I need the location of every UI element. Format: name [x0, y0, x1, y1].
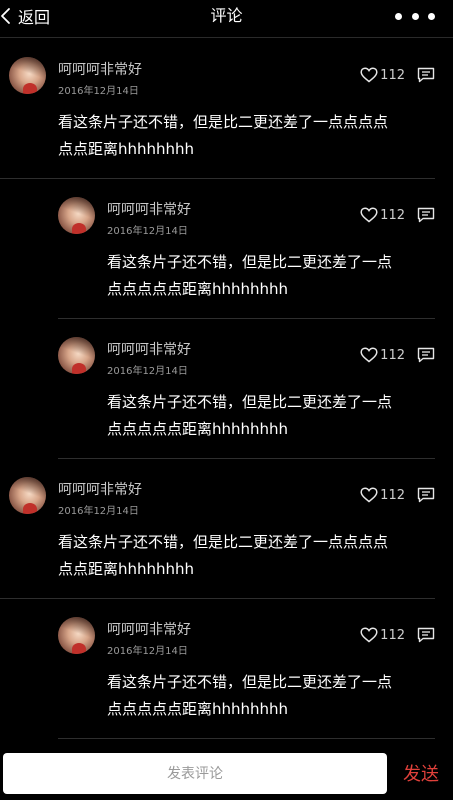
heart-icon [360, 347, 378, 363]
comment-text-line: 点点距离hhhhhhhh [58, 140, 195, 158]
heart-icon [360, 627, 378, 643]
comment-text-line: 看这条片子还不错，但是比二更还差了一点 [107, 673, 393, 691]
comment-item: 呵呵呵非常好 2016年12月14日 112 看这条片子还不错，但是比二更还差了… [0, 39, 435, 179]
avatar[interactable] [58, 337, 95, 374]
comment-text-line: 点点点点点距离hhhhhhhh [107, 700, 289, 718]
comment-bubble-icon[interactable] [417, 207, 435, 223]
more-dot [411, 12, 419, 20]
comment-author[interactable]: 呵呵呵非常好 [107, 339, 191, 359]
comment-text-line: 点点点点点距离hhhhhhhh [107, 420, 289, 438]
like-button[interactable]: 112 [360, 207, 405, 223]
more-dot [428, 12, 435, 20]
like-button[interactable]: 112 [360, 67, 405, 83]
like-count: 112 [380, 627, 405, 643]
comment-date: 2016年12月14日 [58, 86, 139, 97]
comment-bubble-icon[interactable] [417, 67, 435, 83]
like-count: 112 [380, 207, 405, 223]
like-count: 112 [380, 67, 405, 83]
avatar[interactable] [9, 57, 46, 94]
more-dots-icon[interactable] [395, 0, 435, 32]
comment-text: 看这条片子还不错，但是比二更还差了一点 点点点点点距离hhhhhhhh [107, 249, 392, 303]
avatar[interactable] [58, 197, 95, 234]
comment-date: 2016年12月14日 [107, 646, 188, 657]
like-count: 112 [380, 487, 405, 503]
heart-icon [360, 67, 378, 83]
comment-text-line: 看这条片子还不错，但是比二更还差了一点点点点 [58, 113, 389, 131]
comment-text: 看这条片子还不错，但是比二更还差了一点 点点点点点距离hhhhhhhh [107, 389, 392, 443]
comment-text: 看这条片子还不错，但是比二更还差了一点点点点 点点距离hhhhhhhh [58, 109, 388, 163]
comment-text-line: 看这条片子还不错，但是比二更还差了一点点点点 [58, 533, 389, 551]
comment-author[interactable]: 呵呵呵非常好 [107, 619, 191, 639]
page-title: 评论 [210, 6, 243, 25]
comment-input-bar: 发送 [0, 746, 453, 800]
comment-bubble-icon[interactable] [417, 627, 435, 643]
comment-text-line: 看这条片子还不错，但是比二更还差了一点 [107, 253, 393, 271]
comment-bubble-icon[interactable] [417, 347, 435, 363]
comment-item: 呵呵呵非常好 2016年12月14日 112 看这条片子还不错，但是比二更还差了… [0, 459, 435, 599]
comment-text-line: 点点距离hhhhhhhh [58, 560, 195, 578]
reply-item: 呵呵呵非常好 2016年12月14日 112 看这条片子还不错，但是比二更还差了… [58, 179, 435, 319]
like-button[interactable]: 112 [360, 487, 405, 503]
comment-bubble-icon[interactable] [417, 487, 435, 503]
reply-item: 呵呵呵非常好 2016年12月14日 112 看这条片子还不错，但是比二更还差了… [58, 319, 435, 459]
comment-author[interactable]: 呵呵呵非常好 [58, 479, 142, 499]
comment-date: 2016年12月14日 [107, 226, 188, 237]
avatar[interactable] [58, 617, 95, 654]
like-button[interactable]: 112 [360, 347, 405, 363]
like-button[interactable]: 112 [360, 627, 405, 643]
comment-text: 看这条片子还不错，但是比二更还差了一点点点点 点点距离hhhhhhhh [58, 529, 388, 583]
comment-text: 看这条片子还不错，但是比二更还差了一点 点点点点点距离hhhhhhhh [107, 669, 392, 723]
heart-icon [360, 487, 378, 503]
comment-author[interactable]: 呵呵呵非常好 [58, 59, 142, 79]
avatar[interactable] [9, 477, 46, 514]
heart-icon [360, 207, 378, 223]
top-navigation-bar: 返回 评论 [0, 0, 453, 38]
comment-input[interactable] [3, 753, 387, 794]
comment-date: 2016年12月14日 [58, 506, 139, 517]
reply-item: 呵呵呵非常好 2016年12月14日 112 看这条片子还不错，但是比二更还差了… [58, 599, 435, 739]
like-count: 112 [380, 347, 405, 363]
comment-text-line: 看这条片子还不错，但是比二更还差了一点 [107, 393, 393, 411]
send-button[interactable]: 发送 [403, 760, 439, 786]
comment-date: 2016年12月14日 [107, 366, 188, 377]
comment-text-line: 点点点点点距离hhhhhhhh [107, 280, 289, 298]
more-dot [395, 12, 402, 20]
comment-author[interactable]: 呵呵呵非常好 [107, 199, 191, 219]
